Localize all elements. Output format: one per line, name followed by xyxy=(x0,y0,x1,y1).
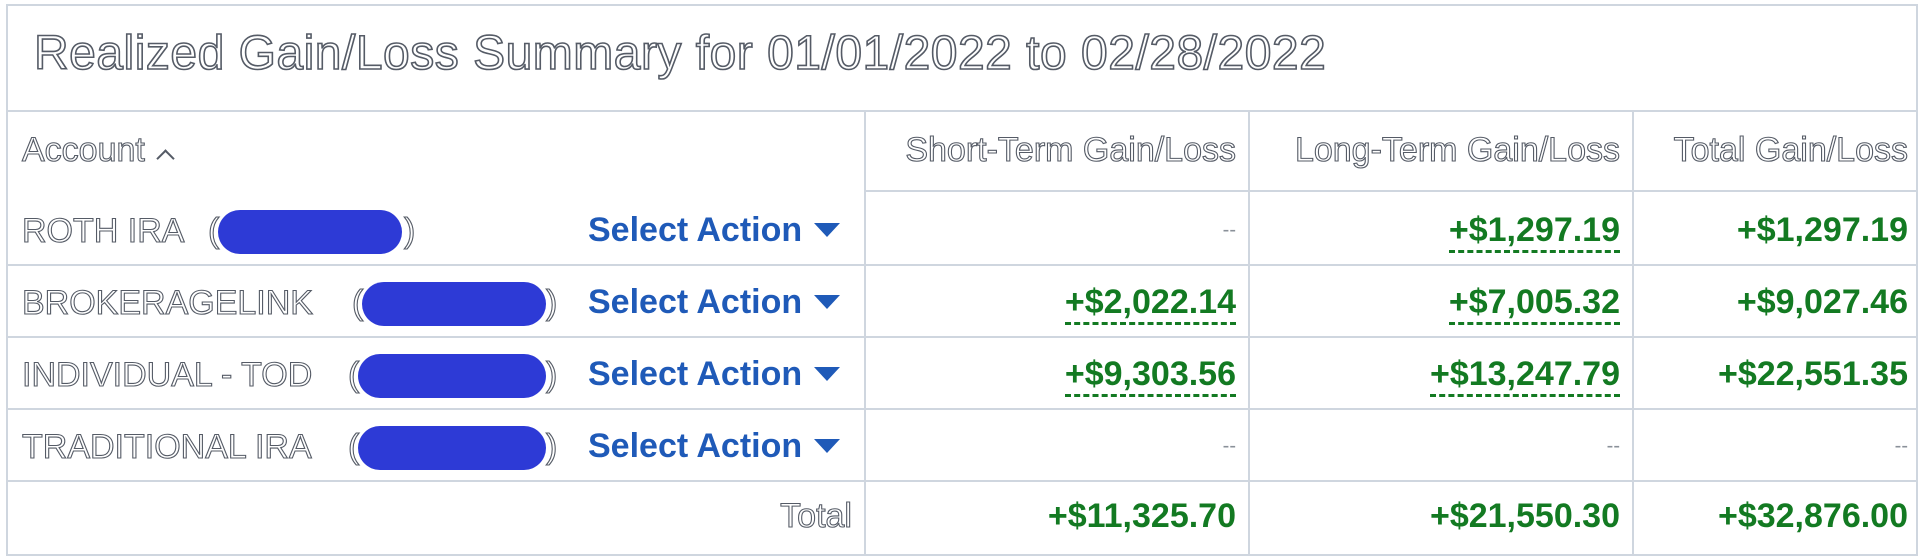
select-action-button[interactable]: Select Action xyxy=(588,280,841,324)
total-value: +$9,027.46 xyxy=(1736,283,1908,321)
account-name: ROTH IRA xyxy=(21,211,185,250)
sort-ascending-icon xyxy=(156,149,175,168)
caret-down-icon xyxy=(814,439,841,453)
total-short-term: +$11,325.70 xyxy=(1047,497,1236,535)
column-divider xyxy=(1632,110,1634,556)
column-header-short-term: Short-Term Gain/Loss xyxy=(905,130,1237,169)
short-term-value-link[interactable]: +$9,303.56 xyxy=(1064,355,1236,397)
close-paren: ) xyxy=(545,283,558,322)
long-term-value[interactable]: +$1,297.19 xyxy=(1258,208,1620,253)
total-value: +$22,551.35 xyxy=(1717,355,1908,393)
column-header-long-term: Long-Term Gain/Loss xyxy=(1294,130,1620,169)
header-bottom-border xyxy=(866,190,1918,192)
close-paren: ) xyxy=(545,355,558,394)
select-action-button[interactable]: Select Action xyxy=(588,208,841,252)
page-title: Realized Gain/Loss Summary for 01/01/202… xyxy=(33,26,1327,81)
close-paren: ) xyxy=(545,427,558,466)
column-divider xyxy=(1248,110,1250,556)
caret-down-icon xyxy=(814,367,841,381)
redacted-account-number xyxy=(358,426,546,470)
total-long-term: +$21,550.30 xyxy=(1429,497,1620,535)
long-term-value: -- xyxy=(1606,435,1620,457)
long-term-value[interactable]: +$13,247.79 xyxy=(1258,352,1620,397)
select-action-label: Select Action xyxy=(588,355,803,393)
redacted-account-number xyxy=(362,282,546,326)
short-term-value: -- xyxy=(1222,219,1236,241)
column-header-account-label: Account xyxy=(21,130,145,169)
total-value: -- xyxy=(1894,435,1908,457)
caret-down-icon xyxy=(814,295,841,309)
total-value: +$1,297.19 xyxy=(1736,211,1908,249)
select-action-button[interactable]: Select Action xyxy=(588,424,841,468)
close-paren: ) xyxy=(403,211,416,250)
redacted-account-number xyxy=(218,210,402,254)
column-header-total: Total Gain/Loss xyxy=(1673,130,1908,169)
select-action-label: Select Action xyxy=(588,427,803,465)
account-name: BROKERAGELINK xyxy=(21,283,313,322)
total-grand: +$32,876.00 xyxy=(1717,497,1908,535)
caret-down-icon xyxy=(814,223,841,237)
account-name: INDIVIDUAL - TOD xyxy=(21,355,313,394)
select-action-button[interactable]: Select Action xyxy=(588,352,841,396)
short-term-value-link[interactable]: +$2,022.14 xyxy=(1064,283,1236,325)
select-action-label: Select Action xyxy=(588,283,803,321)
short-term-value: -- xyxy=(1222,435,1236,457)
column-divider xyxy=(864,110,866,556)
long-term-value-link[interactable]: +$13,247.79 xyxy=(1429,355,1620,397)
long-term-value-link[interactable]: +$1,297.19 xyxy=(1448,211,1620,253)
redacted-account-number xyxy=(358,354,546,398)
long-term-value[interactable]: +$7,005.32 xyxy=(1258,280,1620,325)
select-action-label: Select Action xyxy=(588,211,803,249)
total-label: Total xyxy=(780,496,853,535)
column-header-account[interactable]: Account xyxy=(21,130,175,170)
short-term-value[interactable]: +$9,303.56 xyxy=(876,352,1236,397)
short-term-value[interactable]: +$2,022.14 xyxy=(876,280,1236,325)
long-term-value-link[interactable]: +$7,005.32 xyxy=(1448,283,1620,325)
account-name: TRADITIONAL IRA xyxy=(21,427,312,466)
